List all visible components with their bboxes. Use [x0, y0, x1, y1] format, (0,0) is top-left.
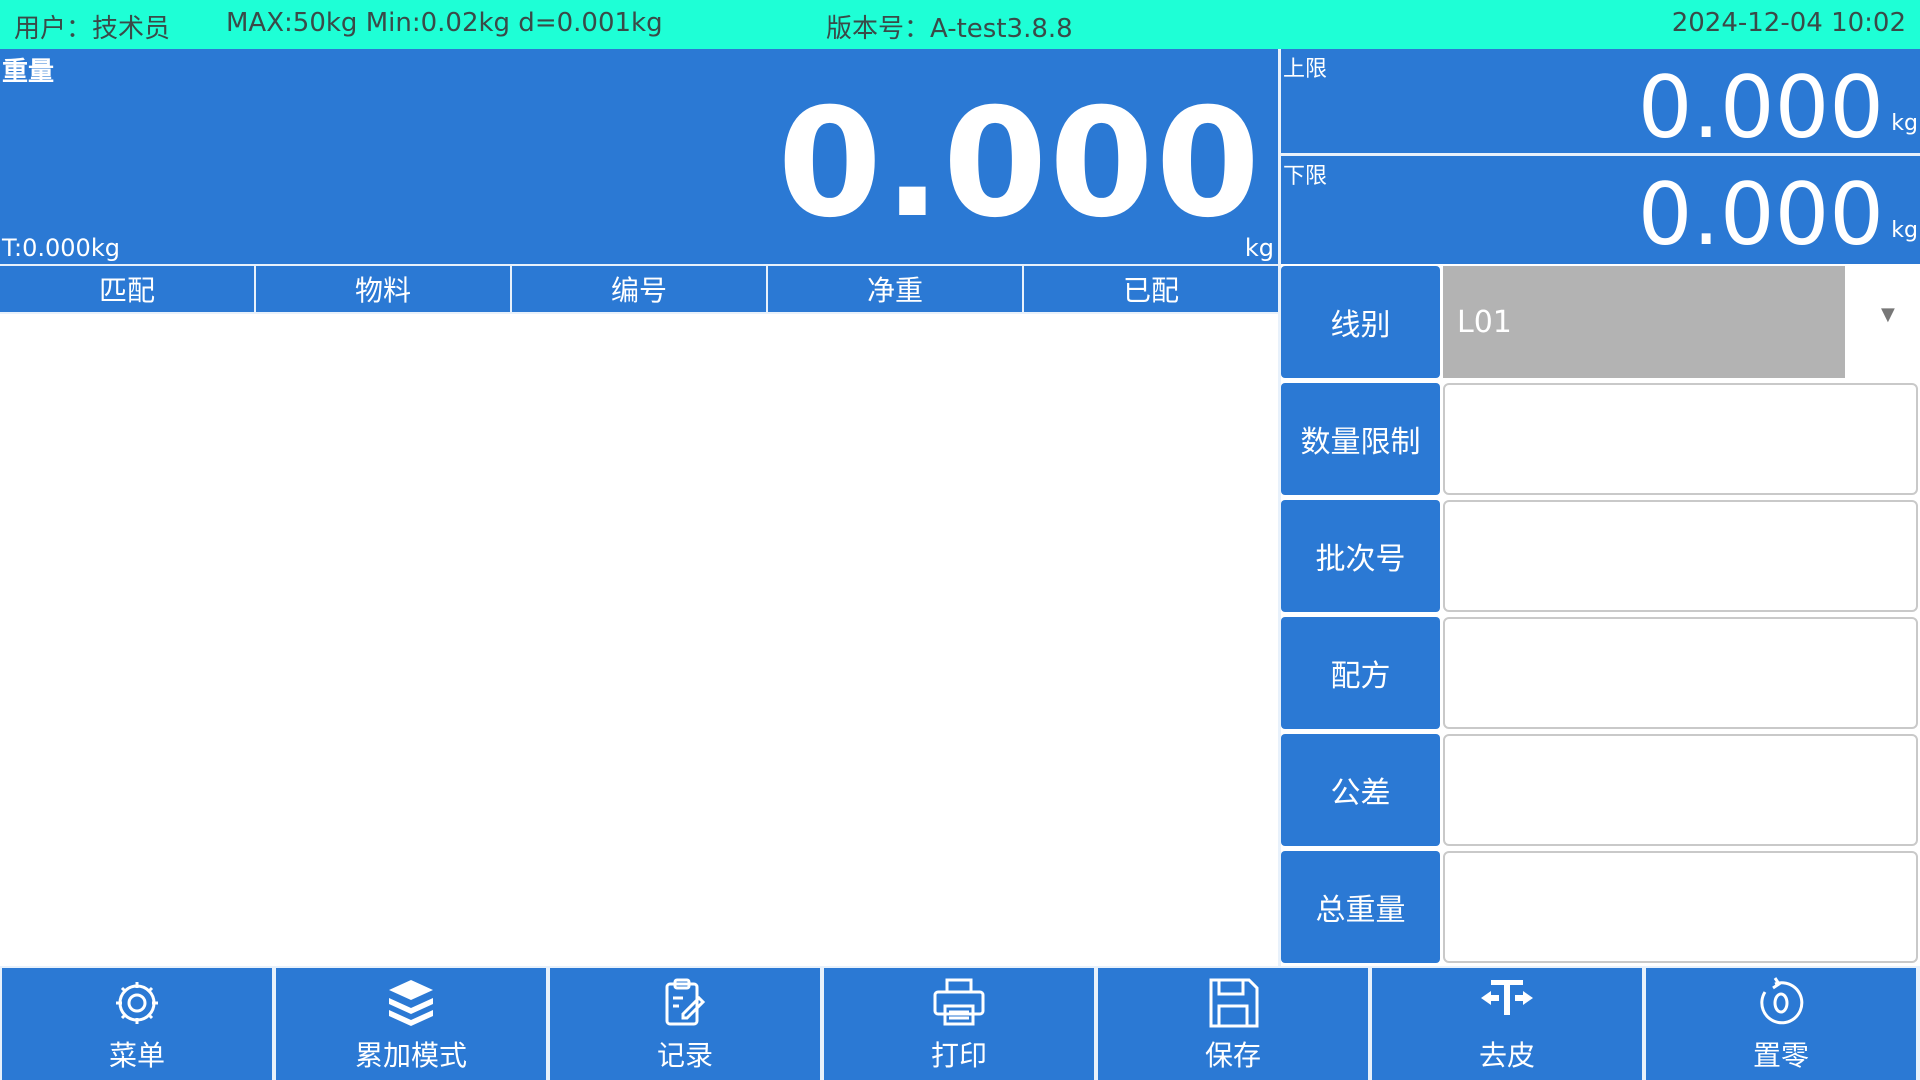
- tolerance-input[interactable]: [1443, 734, 1918, 846]
- form-row-line: 线别 L01 ▼: [1281, 264, 1920, 378]
- lower-limit-unit: kg: [1891, 218, 1918, 243]
- recipe-button[interactable]: 配方: [1281, 617, 1440, 729]
- lower-limit-value: 0.000: [1637, 165, 1884, 265]
- upper-limit-unit: kg: [1891, 111, 1918, 136]
- weight-unit: kg: [1244, 234, 1274, 262]
- tare-icon: [1481, 980, 1533, 1015]
- print-button[interactable]: 打印: [824, 968, 1094, 1080]
- floppy-disk-icon: [1209, 978, 1259, 1028]
- menu-button-label: 菜单: [108, 1039, 165, 1072]
- clipboard-edit-icon: [665, 978, 706, 1026]
- dropdown-arrow-icon[interactable]: ▼: [1881, 304, 1895, 325]
- form-row-tolerance: 公差: [1281, 732, 1920, 846]
- version-info: 版本号：A-test3.8.8: [826, 14, 1073, 44]
- status-bar: 用户：技术员 MAX:50kg Min:0.02kg d=0.001kg 版本号…: [0, 0, 1920, 49]
- column-header-dispensed[interactable]: 已配: [1024, 266, 1278, 312]
- qty-limit-button[interactable]: 数量限制: [1281, 383, 1440, 495]
- upper-limit-value: 0.000: [1637, 58, 1884, 158]
- lower-limit: 下限 0.000 kg: [1281, 156, 1920, 264]
- save-button[interactable]: 保存: [1098, 968, 1368, 1080]
- record-button-label: 记录: [656, 1039, 713, 1072]
- recipe-input[interactable]: [1443, 617, 1918, 729]
- menu-button[interactable]: 菜单: [2, 968, 272, 1080]
- tare-value: T:0.000kg: [2, 234, 120, 262]
- column-header-material[interactable]: 物料: [256, 266, 512, 312]
- record-button[interactable]: 记录: [550, 968, 820, 1080]
- total-weight-input[interactable]: [1443, 851, 1918, 963]
- gear-icon: [116, 982, 158, 1024]
- parameter-form: 线别 L01 ▼ 数量限制 批次号 配方 公差 总重量: [1281, 264, 1920, 966]
- form-row-qty-limit: 数量限制: [1281, 381, 1920, 495]
- upper-limit: 上限 0.000 kg: [1281, 49, 1920, 156]
- total-weight-button[interactable]: 总重量: [1281, 851, 1440, 963]
- batch-button[interactable]: 批次号: [1281, 500, 1440, 612]
- printer-icon: [933, 978, 985, 1026]
- weight-display: 重量 0.000 T:0.000kg kg: [0, 49, 1278, 264]
- stack-icon: [389, 980, 433, 1026]
- zero-reset-icon: [1760, 977, 1804, 1025]
- weight-label: 重量: [2, 57, 55, 87]
- form-row-total-weight: 总重量: [1281, 849, 1920, 963]
- save-button-label: 保存: [1204, 1039, 1261, 1072]
- line-select[interactable]: L01: [1443, 266, 1845, 378]
- table-header: 匹配 物料 编号 净重 已配: [0, 264, 1278, 314]
- tare-button[interactable]: 去皮: [1372, 968, 1642, 1080]
- zero-button[interactable]: 置零: [1646, 968, 1916, 1080]
- column-header-code[interactable]: 编号: [512, 266, 768, 312]
- weight-value: 0.000: [777, 77, 1262, 251]
- column-header-net-weight[interactable]: 净重: [768, 266, 1024, 312]
- datetime: 2024-12-04 10:02: [1671, 8, 1906, 38]
- accumulate-mode-button[interactable]: 累加模式: [276, 968, 546, 1080]
- upper-limit-label: 上限: [1283, 57, 1328, 82]
- bottom-toolbar: 菜单 累加模式 记录 打印 保存 去皮 置零: [0, 966, 1920, 1080]
- tare-button-label: 去皮: [1478, 1039, 1535, 1072]
- line-button[interactable]: 线别: [1281, 266, 1440, 378]
- accumulate-mode-label: 累加模式: [354, 1039, 467, 1072]
- limits-panel: 上限 0.000 kg 下限 0.000 kg: [1281, 49, 1920, 264]
- form-row-batch: 批次号: [1281, 498, 1920, 612]
- form-row-recipe: 配方: [1281, 615, 1920, 729]
- scale-spec: MAX:50kg Min:0.02kg d=0.001kg: [226, 8, 663, 38]
- qty-limit-input[interactable]: [1443, 383, 1918, 495]
- zero-button-label: 置零: [1752, 1039, 1809, 1072]
- column-header-match[interactable]: 匹配: [0, 266, 256, 312]
- lower-limit-label: 下限: [1283, 164, 1328, 189]
- user-info: 用户：技术员: [14, 14, 171, 44]
- batch-input[interactable]: [1443, 500, 1918, 612]
- print-button-label: 打印: [930, 1039, 987, 1072]
- tolerance-button[interactable]: 公差: [1281, 734, 1440, 846]
- table-body[interactable]: [0, 314, 1278, 966]
